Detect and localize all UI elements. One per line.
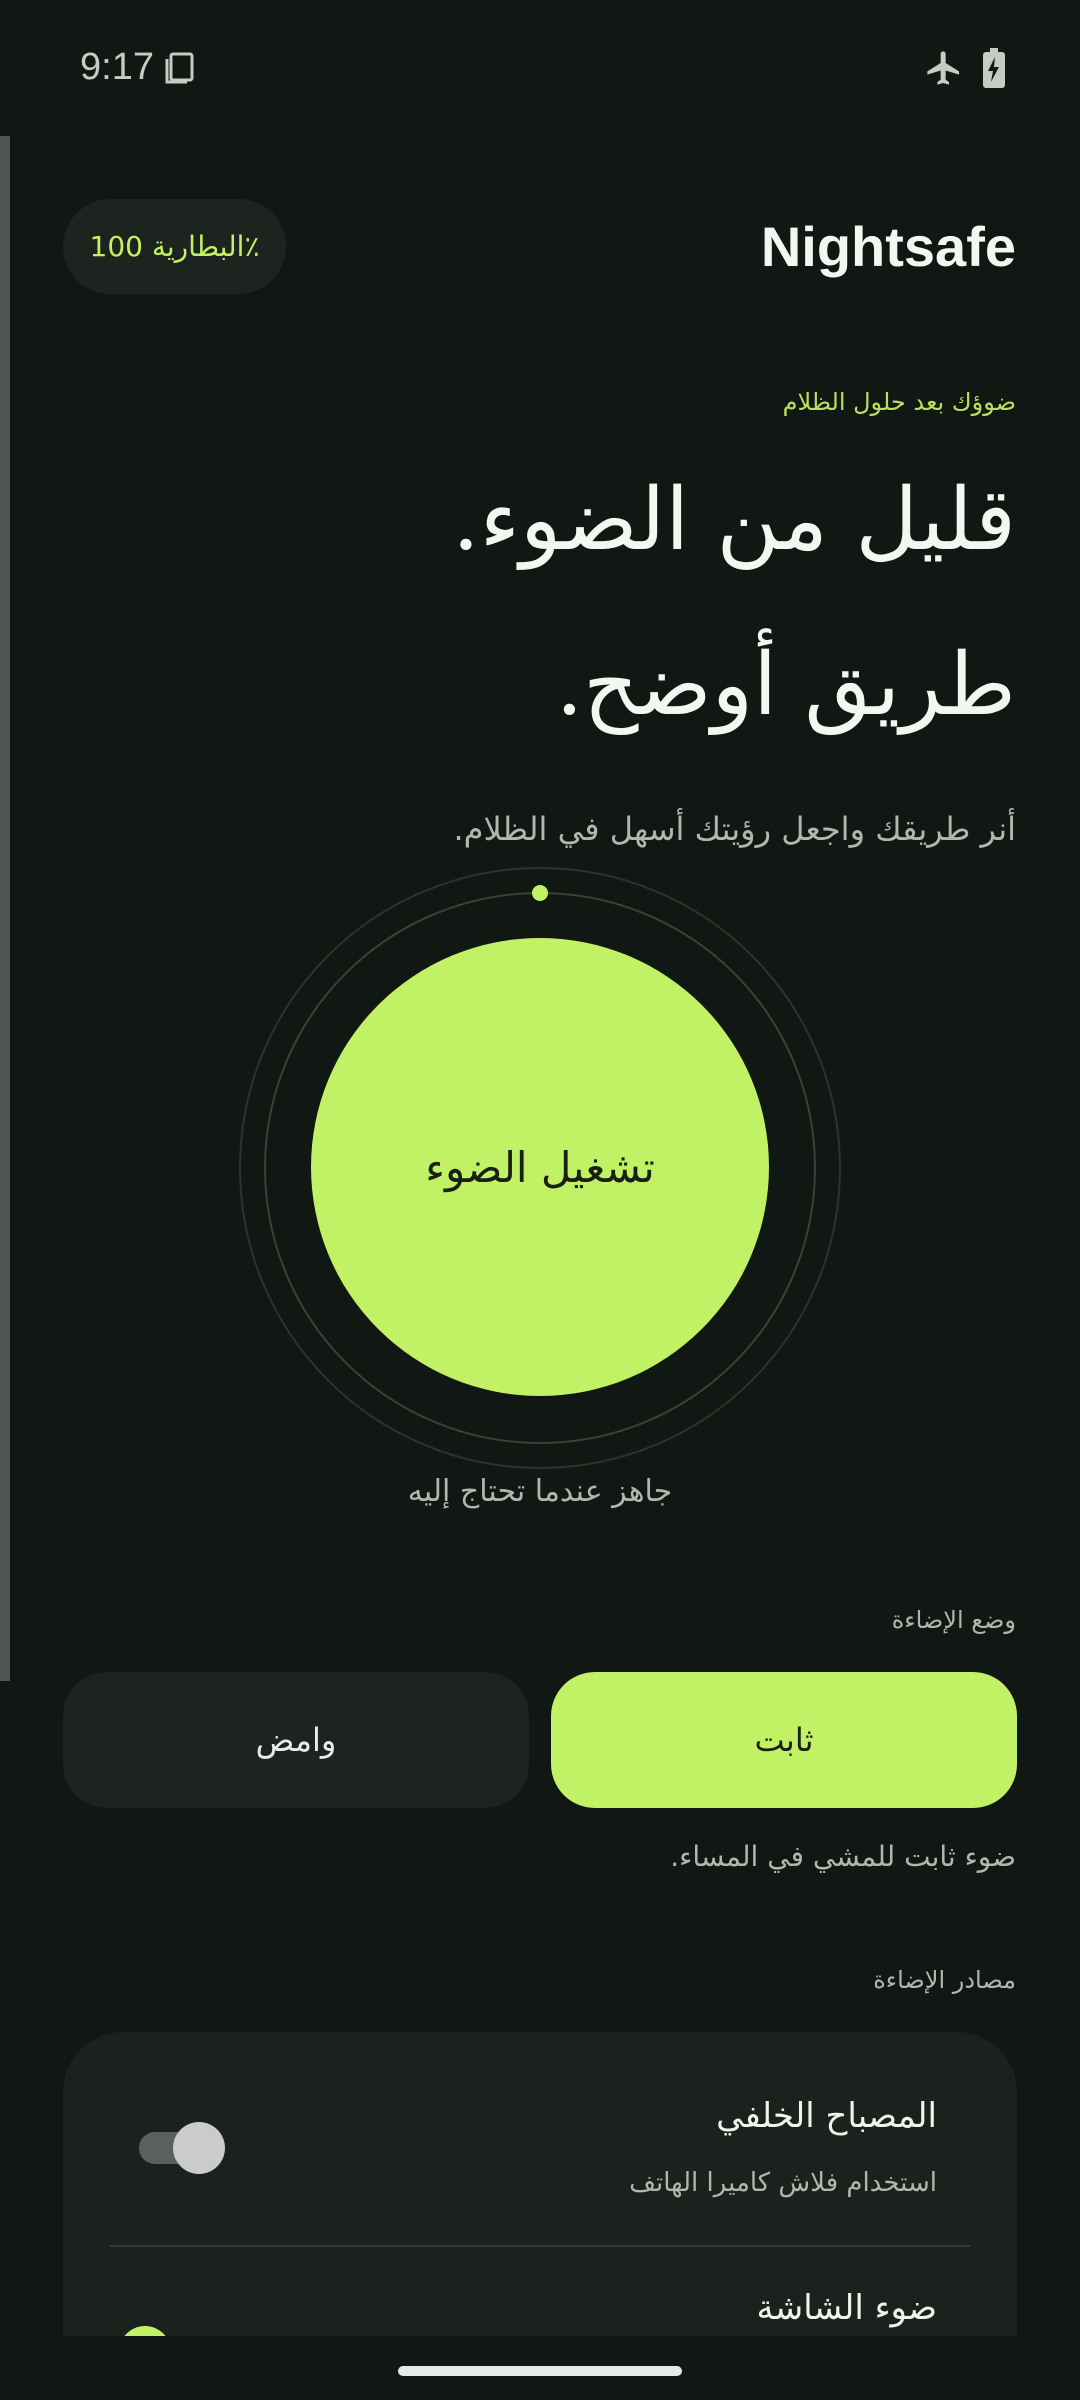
source-screen-light-title: ضوء الشاشة xyxy=(756,2288,937,2328)
app-title: Nightsafe xyxy=(760,215,1016,278)
divider xyxy=(110,2245,970,2247)
hero-heading-line-2: طريق أوضح. xyxy=(555,635,1016,735)
status-time: 9:17 xyxy=(80,46,154,88)
lighting-mode-label: وضع الإضاءة xyxy=(891,1606,1016,1634)
mode-description: ضوء ثابت للمشي في المساء. xyxy=(670,1840,1016,1873)
source-flashlight-subtitle: استخدام فلاش كاميرا الهاتف xyxy=(629,2168,937,2198)
source-flashlight-title: المصباح الخلفي xyxy=(716,2096,937,2136)
flashlight-toggle[interactable] xyxy=(139,2122,225,2174)
battery-level-badge: البطارية 100٪ xyxy=(63,199,286,294)
mode-steady-button[interactable]: ثابت xyxy=(551,1672,1017,1808)
battery-charging-icon xyxy=(983,48,1005,88)
toggle-thumb xyxy=(173,2122,225,2174)
hero-heading-line-1: قليل من الضوء. xyxy=(452,470,1016,570)
tagline: ضوؤك بعد حلول الظلام xyxy=(782,388,1016,416)
screen: 9:17 البطارية 100٪ Nightsafe ضوؤك بعد حل… xyxy=(0,0,1080,2400)
dial-indicator-dot xyxy=(532,885,548,901)
airplane-icon xyxy=(927,51,959,85)
light-sources-label: مصادر الإضاءة xyxy=(873,1966,1016,1994)
notification-icon xyxy=(165,52,194,84)
home-gesture-bar[interactable] xyxy=(398,2366,682,2376)
scroll-indicator[interactable] xyxy=(0,136,10,1681)
turn-on-light-button[interactable]: تشغيل الضوء xyxy=(311,938,769,1396)
hero-subtitle: أنر طريقك واجعل رؤيتك أسهل في الظلام. xyxy=(453,810,1016,848)
mode-blinking-button[interactable]: وامض xyxy=(63,1672,529,1808)
ready-status-text: جاهز عندما تحتاج إليه xyxy=(407,1474,673,1509)
